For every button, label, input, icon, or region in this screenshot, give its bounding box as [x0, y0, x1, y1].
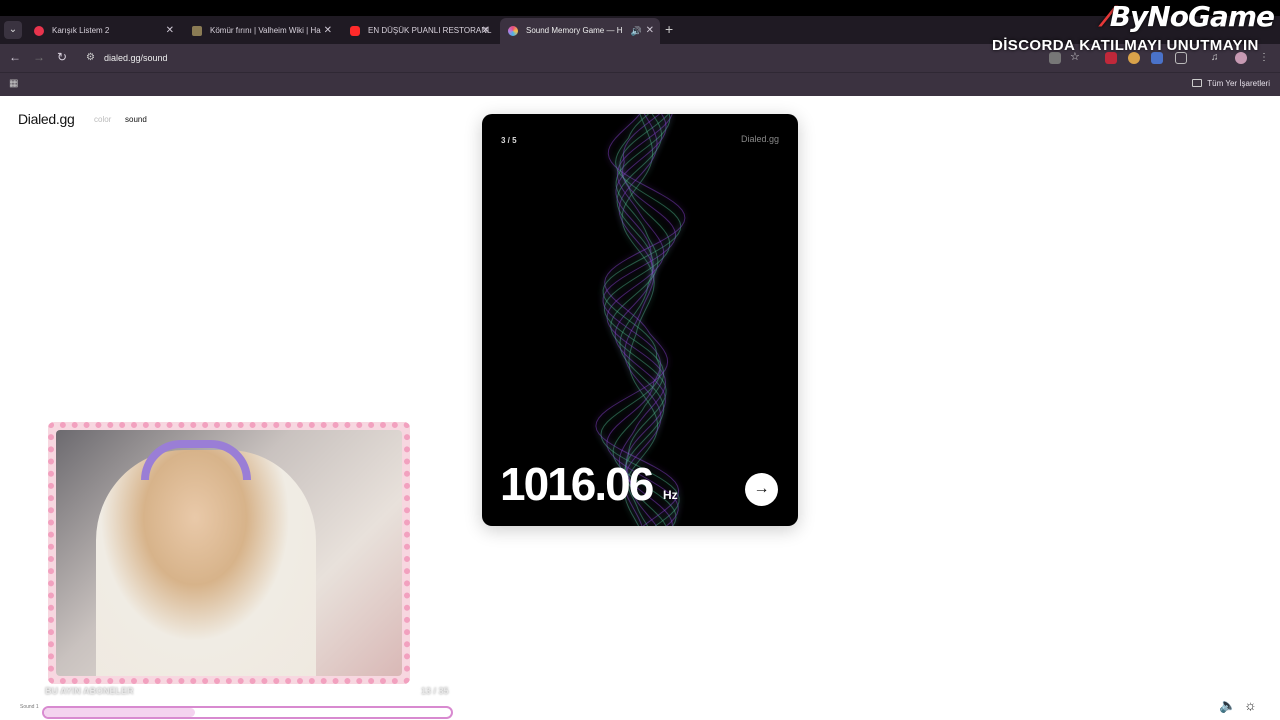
card-brand: Dialed.gg	[740, 134, 779, 144]
theme-toggle-icon[interactable]: ☼	[1244, 697, 1257, 713]
youtube-music-icon	[34, 26, 44, 36]
close-tab-icon[interactable]: ✕	[646, 18, 654, 44]
site-info-icon[interactable]: ⚙	[86, 47, 95, 69]
bynogame-logo: ⁄ByNoGame	[1106, 0, 1275, 33]
frequency-unit: Hz	[663, 488, 678, 502]
dialed-favicon-icon	[508, 26, 518, 36]
webcam-overlay	[48, 422, 410, 684]
url-text: dialed.gg/sound	[104, 53, 168, 63]
site-logo[interactable]: Dialed.gg	[18, 111, 75, 127]
tab-restoran-video[interactable]: EN DÜŞÜK PUANLI RESTORANL ✕	[342, 20, 496, 42]
youtube-icon	[350, 26, 360, 36]
all-bookmarks-button[interactable]: Tüm Yer İşaretleri	[1192, 79, 1270, 88]
close-tab-icon[interactable]: ✕	[482, 20, 490, 42]
discord-notice: DİSCORDA KATILMAYI UNUTMAYIN	[992, 37, 1259, 54]
all-bookmarks-label: Tüm Yer İşaretleri	[1207, 79, 1270, 88]
volume-icon[interactable]: 🔈	[1219, 697, 1236, 714]
folder-icon	[1192, 79, 1203, 87]
headphones-shape	[141, 440, 251, 480]
address-bar[interactable]: ⚙ dialed.gg/sound	[80, 47, 1080, 69]
forward-icon[interactable]: →	[33, 50, 45, 64]
audio-playing-icon[interactable]: 🔊	[631, 18, 642, 44]
new-tab-button[interactable]: +	[665, 21, 673, 37]
close-tab-icon[interactable]: ✕	[324, 20, 332, 42]
brand-text: ByNoGame	[1109, 0, 1275, 33]
bookmarks-bar: ▦ Tüm Yer İşaretleri	[0, 72, 1280, 96]
progress-fill	[44, 708, 195, 717]
subs-caption: BU AYIN ABONELER	[45, 686, 134, 696]
webcam-feed	[56, 430, 402, 676]
menu-icon[interactable]: ⋮	[1259, 52, 1271, 64]
sound-card: 3 / 5 Dialed.gg 1016.06 Hz →	[482, 114, 798, 526]
tab-search-button[interactable]: ⌄	[4, 21, 22, 39]
tab-valheim-wiki[interactable]: Kömür fırını | Valheim Wiki | Ha ✕	[184, 20, 338, 42]
arrow-right-icon: →	[753, 480, 770, 497]
close-tab-icon[interactable]: ✕	[166, 20, 174, 42]
tab-title: Karışık Listem 2	[52, 26, 110, 35]
round-counter: 3 / 5	[501, 136, 517, 145]
tab-title: Kömür fırını | Valheim Wiki | Ha	[210, 26, 321, 35]
back-icon[interactable]: ←	[9, 50, 21, 64]
tab-title: Sound Memory Game — H	[526, 26, 623, 35]
apps-grid-icon[interactable]: ▦	[9, 78, 18, 89]
subs-count: 13 / 35	[421, 686, 449, 696]
subs-progress-bar	[42, 706, 453, 719]
tab-karisik-listem[interactable]: Karışık Listem 2 ✕	[26, 20, 180, 42]
progress-label: Sound 1	[20, 704, 39, 710]
frequency-value: 1016.06	[500, 458, 654, 510]
reload-icon[interactable]: ↻	[57, 50, 67, 64]
tab-sound-memory-game[interactable]: Sound Memory Game — H 🔊 ✕	[500, 18, 660, 44]
next-arrow-button[interactable]: →	[745, 473, 778, 506]
nav-sound-link[interactable]: sound	[125, 115, 147, 124]
top-bar	[0, 0, 1280, 16]
stream-brand: ⁄ByNoGame	[1106, 0, 1275, 33]
streamer-image	[96, 450, 316, 676]
page-content: Dialed.gg color sound 3 / 5 Dialed.gg 10…	[0, 97, 1280, 720]
wiki-icon	[192, 26, 202, 36]
nav-color-link[interactable]: color	[94, 115, 111, 124]
tab-title: EN DÜŞÜK PUANLI RESTORANL	[368, 26, 492, 35]
